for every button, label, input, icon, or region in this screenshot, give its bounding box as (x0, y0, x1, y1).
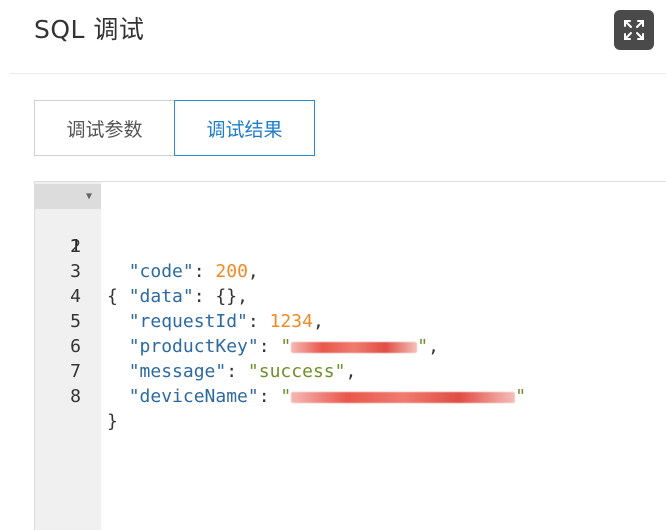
tab-debug-result[interactable]: 调试结果 (174, 100, 315, 156)
json-code-editor[interactable]: 1 ▼ { 2 "code": 200, 3 "data": {}, 4 "re… (34, 181, 666, 530)
header-divider (10, 73, 666, 74)
quote-close: " (515, 386, 527, 407)
page-title: SQL 调试 (34, 15, 145, 44)
code-line: 6 "message": "success", (35, 309, 666, 382)
code-line: 7 "deviceName": " " (35, 334, 666, 407)
redacted-value (291, 391, 516, 403)
code-text: "deviceName": " " (107, 384, 526, 409)
fullscreen-button[interactable] (614, 10, 654, 50)
quote-open: " (280, 386, 292, 407)
expand-icon (624, 20, 644, 40)
sql-debug-panel: SQL 调试 调试参数 调试结果 1 ▼ {2 "code": 200, 3 … (0, 0, 666, 530)
code-line: 1 ▼ { (35, 184, 666, 307)
fold-arrow-icon[interactable]: ▼ (86, 184, 92, 209)
json-key: "deviceName" (128, 386, 259, 407)
tab-bar: 调试参数 调试结果 (34, 100, 315, 156)
code-line: 4 "requestId": 1234, (35, 259, 666, 332)
code-line: 3 "data": {}, (35, 234, 666, 307)
line-number: 8 (70, 386, 81, 407)
separator: : (258, 386, 281, 407)
code-text: } (107, 409, 118, 434)
tab-debug-params[interactable]: 调试参数 (34, 100, 175, 156)
code-line: 5 "productKey": " ", (35, 284, 666, 357)
code-line: 2 "code": 200, (35, 209, 666, 282)
code-line: 8 } (35, 359, 666, 432)
close-brace: } (107, 411, 118, 432)
